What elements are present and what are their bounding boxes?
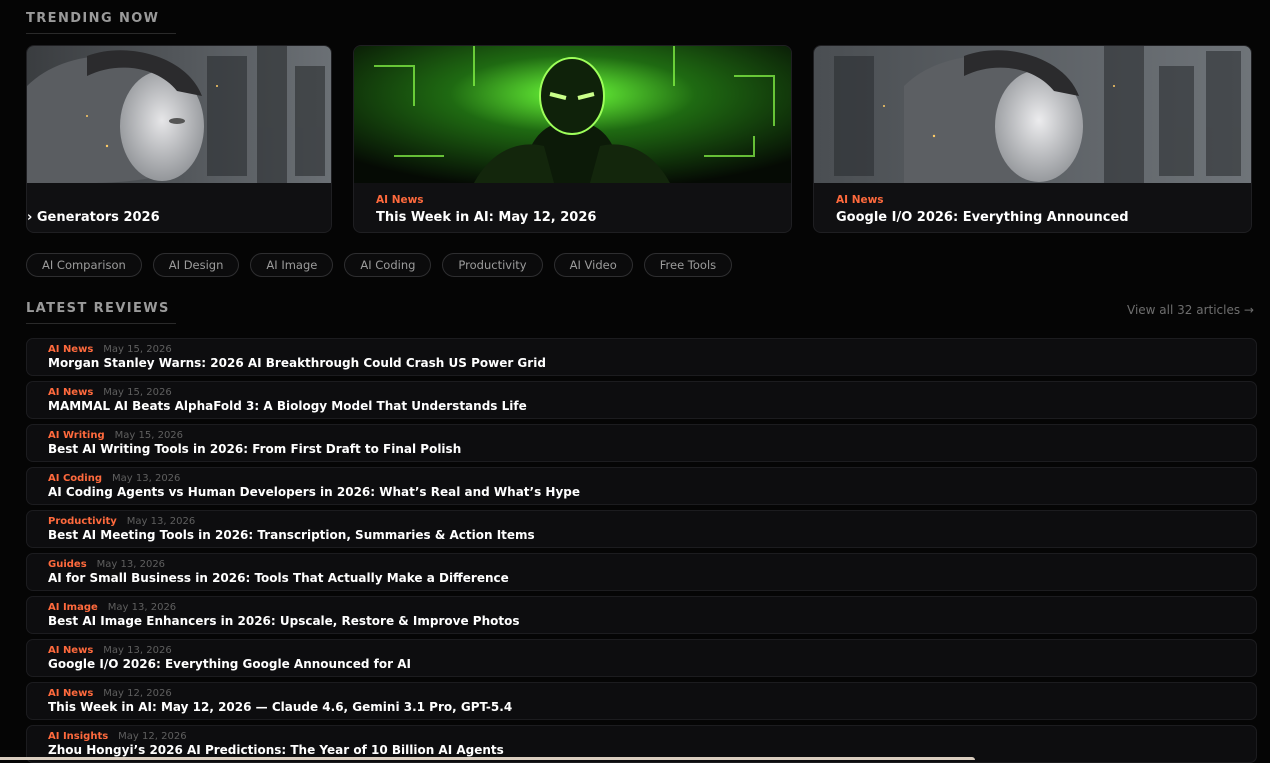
review-row[interactable]: AI News May 13, 2026 Google I/O 2026: Eve… [26,639,1257,677]
review-category: AI News [48,645,94,656]
review-title[interactable]: Morgan Stanley Warns: 2026 AI Breakthrou… [48,356,546,370]
robot-woman-image [27,46,331,183]
tag-free-tools[interactable]: Free Tools [643,253,733,277]
review-category: Guides [48,559,87,570]
tag-ai-image[interactable]: AI Image [250,253,334,277]
tag-productivity[interactable]: Productivity [442,253,543,277]
review-row[interactable]: AI Writing May 15, 2026 Best AI Writing T… [26,424,1257,462]
card-title[interactable]: › Generators 2026 [27,210,160,225]
green-robot-image [354,46,791,183]
review-row[interactable]: AI Coding May 13, 2026 AI Coding Agents v… [26,467,1257,505]
tag-filter-bar: AI Comparison AI Design AI Image AI Codi… [26,253,733,277]
review-category: AI Coding [48,473,103,484]
latest-reviews-title: LATEST REVIEWS [26,301,176,324]
review-title[interactable]: AI Coding Agents vs Human Developers in … [48,485,580,499]
review-title[interactable]: Zhou Hongyi’s 2026 AI Predictions: The Y… [48,743,504,757]
review-date: May 13, 2026 [103,645,172,656]
review-row[interactable]: AI Image May 13, 2026 Best AI Image Enhan… [26,596,1257,634]
review-date: May 15, 2026 [103,344,172,355]
review-title[interactable]: This Week in AI: May 12, 2026 — Claude 4… [48,700,512,714]
review-category: AI News [48,387,94,398]
review-date: May 13, 2026 [107,602,177,613]
tag-ai-coding[interactable]: AI Coding [344,253,432,277]
review-date: May 15, 2026 [114,430,184,441]
review-row[interactable]: AI News May 15, 2026 MAMMAL AI Beats Alph… [26,381,1257,419]
review-title[interactable]: Best AI Image Enhancers in 2026: Upscale… [48,614,520,628]
review-row[interactable]: Productivity May 13, 2026 Best AI Meeting… [26,510,1257,548]
card-title[interactable]: Google I/O 2026: Everything Announced [836,210,1129,225]
review-category: AI Image [48,602,98,613]
view-all-articles-link[interactable]: View all 32 articles → [1127,303,1254,317]
review-date: May 12, 2026 [103,688,172,699]
review-title[interactable]: AI for Small Business in 2026: Tools Tha… [48,571,509,585]
review-date: May 13, 2026 [112,473,181,484]
trending-section-title: TRENDING NOW [26,11,176,34]
review-date: May 13, 2026 [96,559,166,570]
card-title[interactable]: This Week in AI: May 12, 2026 [376,210,596,225]
review-category: AI Writing [48,430,105,441]
trending-card[interactable]: AI News Google I/O 2026: Everything Anno… [813,45,1252,233]
tag-ai-comparison[interactable]: AI Comparison [26,253,142,277]
tag-ai-design[interactable]: AI Design [152,253,240,277]
review-date: May 13, 2026 [126,516,196,527]
robot-woman-image [814,46,1251,183]
trending-card[interactable]: › Generators 2026 [26,45,332,233]
tag-ai-video[interactable]: AI Video [553,253,633,277]
review-row[interactable]: AI News May 12, 2026 This Week in AI: May… [26,682,1257,720]
review-date: May 15, 2026 [103,387,172,398]
review-title[interactable]: Google I/O 2026: Everything Google Annou… [48,657,411,671]
review-category: AI News [48,344,94,355]
card-category: AI News [376,194,424,206]
card-category: AI News [836,194,884,206]
review-title[interactable]: Best AI Writing Tools in 2026: From Firs… [48,442,461,456]
review-category: AI News [48,688,94,699]
review-row[interactable]: AI News May 15, 2026 Morgan Stanley Warns… [26,338,1257,376]
review-row[interactable]: Guides May 13, 2026 AI for Small Business… [26,553,1257,591]
review-date: May 12, 2026 [118,731,187,742]
review-title[interactable]: MAMMAL AI Beats AlphaFold 3: A Biology M… [48,399,527,413]
trending-card[interactable]: AI News This Week in AI: May 12, 2026 [353,45,792,233]
review-title[interactable]: Best AI Meeting Tools in 2026: Transcrip… [48,528,535,542]
review-category: AI Insights [48,731,109,742]
review-category: Productivity [48,516,117,527]
